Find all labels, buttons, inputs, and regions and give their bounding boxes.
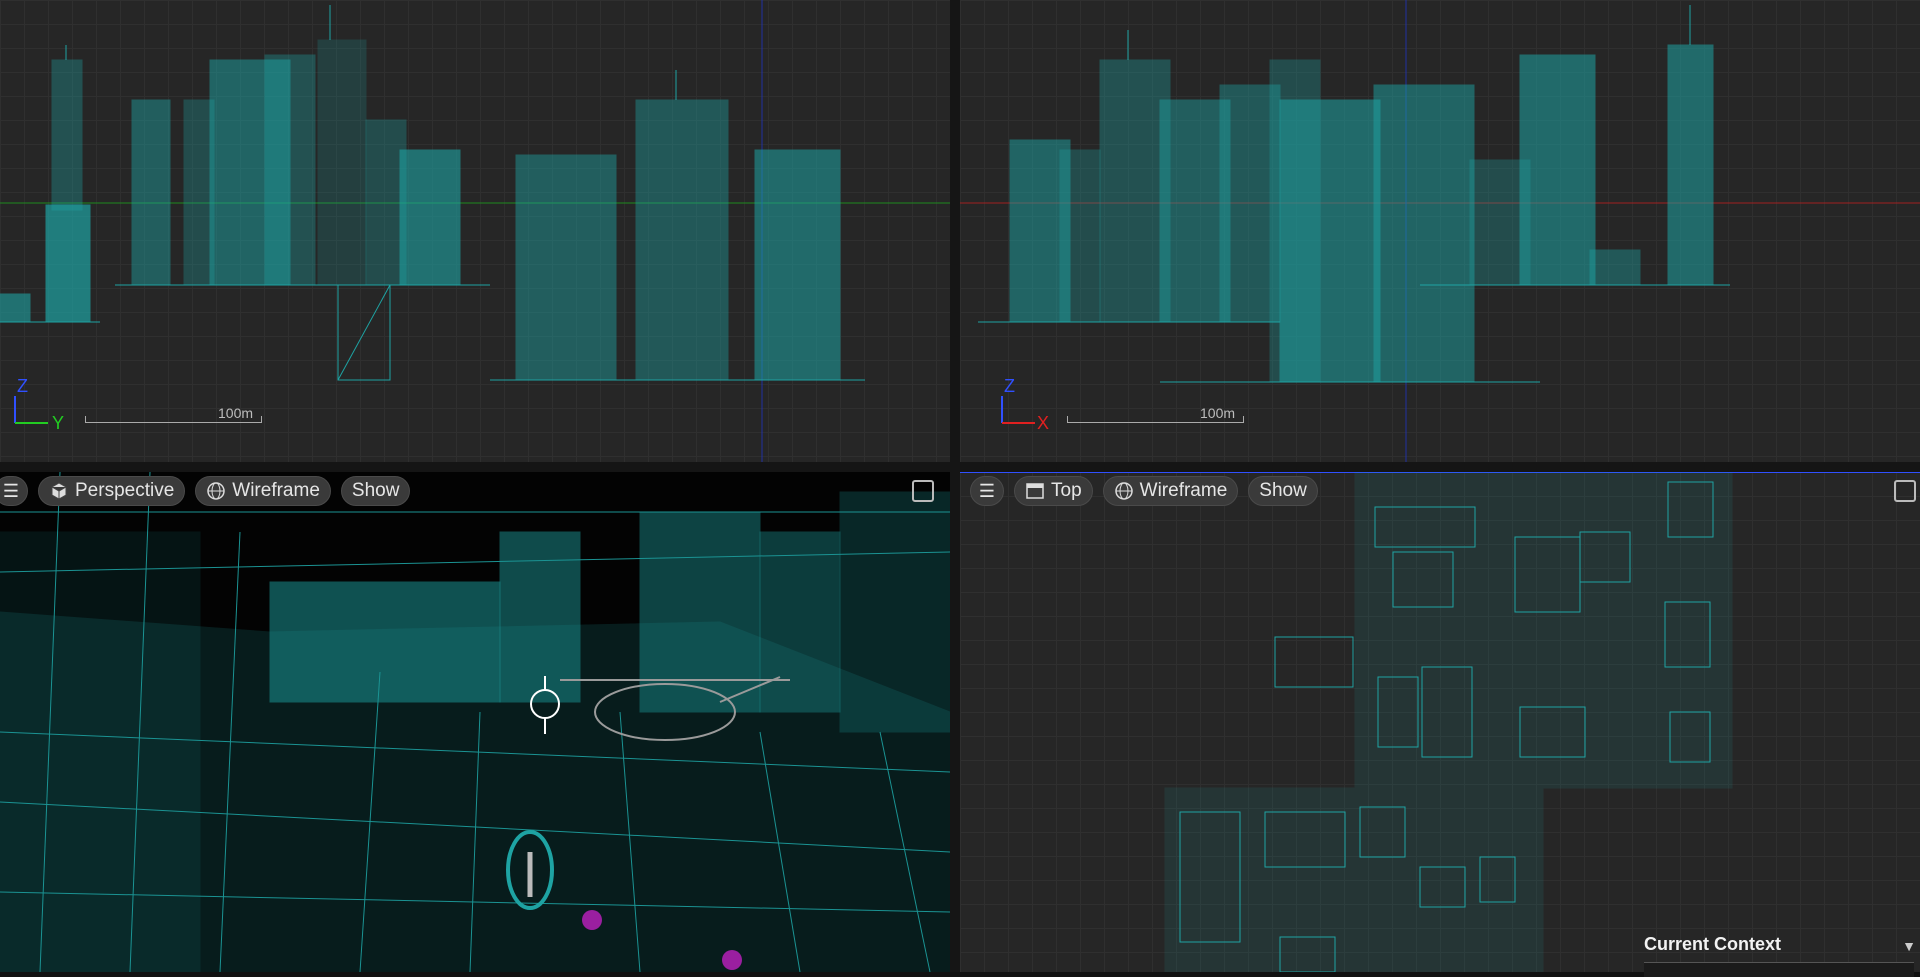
perspective-viewport-toolbar: ☰ Perspective Wireframe Show (0, 476, 411, 506)
scale-bar (85, 416, 262, 423)
perspective-city-wireframe (0, 472, 950, 972)
viewport-menu-button[interactable]: ☰ (970, 476, 1004, 506)
render-mode-label: Wireframe (232, 480, 320, 501)
hamburger-icon: ☰ (2, 480, 20, 501)
current-context-title: Current Context (1644, 934, 1782, 954)
top-city-wireframe (960, 472, 1920, 972)
globe-wireframe-icon (1114, 482, 1133, 500)
render-mode-button[interactable]: Wireframe (195, 476, 331, 506)
show-label: Show (351, 480, 400, 501)
viewport-menu-button[interactable]: ☰ (0, 476, 28, 506)
axis-z-label: Z (17, 376, 28, 396)
view-mode-label: Perspective (75, 480, 175, 501)
collapse-arrow-icon[interactable]: ▼ (1902, 938, 1916, 954)
view-mode-label: Top (1051, 480, 1082, 501)
view-mode-button[interactable]: Perspective (38, 476, 186, 506)
top-viewport[interactable] (960, 472, 1920, 972)
current-context-panel: Current Context ▼ (1632, 928, 1920, 977)
axis-z-label: Z (1004, 376, 1015, 396)
front-city-wireframe (0, 0, 950, 462)
context-field[interactable] (1644, 962, 1914, 977)
render-mode-button[interactable]: Wireframe (1102, 476, 1239, 506)
view-mode-button[interactable]: Top (1014, 476, 1093, 506)
maximize-icon[interactable] (1894, 480, 1916, 502)
perspective-viewport[interactable] (0, 472, 950, 972)
axis-x-label: X (1037, 413, 1050, 433)
side-city-wireframe (960, 0, 1920, 462)
show-button[interactable]: Show (1248, 476, 1318, 506)
show-button[interactable]: Show (340, 476, 411, 506)
maximize-icon[interactable] (912, 480, 934, 502)
viewport-splitter-horizontal[interactable] (0, 462, 1920, 472)
render-mode-label: Wireframe (1139, 480, 1228, 501)
globe-wireframe-icon (207, 482, 226, 500)
cube-icon (51, 482, 67, 500)
show-label: Show (1259, 480, 1307, 501)
hamburger-icon: ☰ (978, 480, 996, 501)
axis-y-label: Y (52, 413, 65, 433)
ortho-window-icon (1026, 483, 1044, 499)
scale-bar (1067, 416, 1244, 423)
viewport-splitter-vertical[interactable] (950, 0, 960, 972)
side-viewport[interactable]: Z X 100m (960, 0, 1920, 462)
front-viewport[interactable]: Z Y 100m (0, 0, 950, 462)
top-viewport-toolbar: ☰ Top Wireframe Show (970, 476, 1318, 506)
